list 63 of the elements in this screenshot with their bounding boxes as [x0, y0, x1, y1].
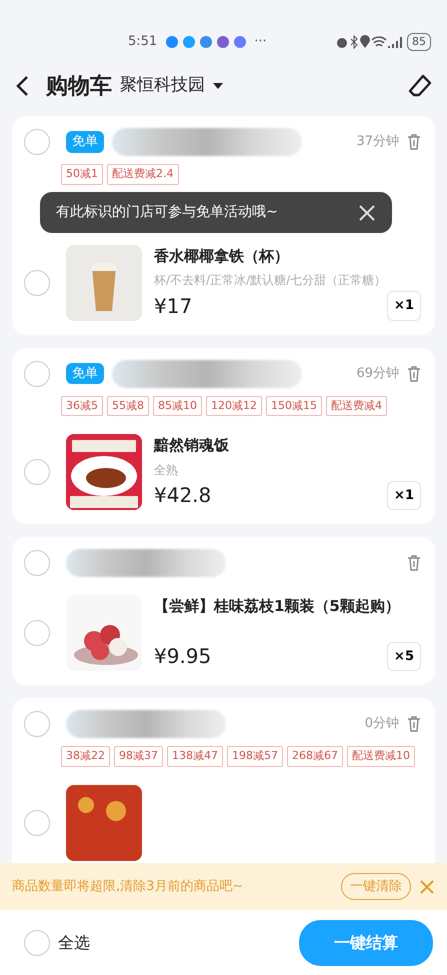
trash-icon[interactable]	[407, 555, 421, 571]
item-checkbox[interactable]	[24, 810, 50, 836]
item-checkbox[interactable]	[24, 620, 50, 646]
product-price: ¥42.8	[154, 482, 212, 509]
app-notification-icon	[233, 35, 248, 49]
promotion-tag: 85减10	[153, 396, 202, 416]
free-order-badge: 免单	[66, 362, 104, 384]
delivery-time: 37分钟	[356, 133, 399, 152]
more-notifications-indicator: ···	[254, 33, 267, 52]
promotion-tag: 55减8	[107, 396, 149, 416]
app-notification-icon	[199, 35, 214, 49]
battery-level: 85	[407, 32, 431, 52]
delivery-time: 69分钟	[356, 364, 399, 383]
app-notification-icon	[182, 35, 196, 49]
location-selector[interactable]: 聚恒科技园	[120, 73, 205, 99]
product-spec: 全熟	[154, 462, 179, 478]
free-order-badge: 免单	[66, 131, 104, 153]
signal-icon	[387, 35, 403, 49]
store-checkbox[interactable]	[24, 129, 50, 155]
quantity-button[interactable]: ×1	[387, 480, 421, 510]
promotion-tag: 138减47	[167, 746, 223, 766]
promotion-tag: 配送费减4	[326, 396, 387, 416]
trash-icon[interactable]	[407, 716, 421, 732]
location-icon	[359, 35, 371, 49]
store-checkbox[interactable]	[24, 550, 50, 576]
promotion-tag: 198减57	[227, 746, 283, 766]
promotion-tag: 50减1	[61, 164, 103, 184]
product-price: ¥9.95	[154, 643, 212, 670]
promotion-tag: 配送费减2.4	[107, 164, 178, 184]
promotion-tag: 配送费减10	[347, 746, 415, 766]
bluetooth-icon	[349, 35, 359, 49]
caret-icon[interactable]	[213, 82, 223, 90]
product-price: ¥17	[154, 292, 192, 320]
promotion-tag: 38减22	[61, 746, 110, 766]
app-notification-icon	[165, 35, 180, 49]
product-spec: 杯/不去料/正常冰/默认糖/七分甜（正常糖）	[154, 272, 388, 289]
promotion-tag: 268减67	[287, 746, 343, 766]
quantity-button[interactable]: ×5	[387, 642, 421, 671]
promotion-tag: 120减12	[206, 396, 262, 416]
app-notification-icon	[216, 35, 230, 49]
page-title: 购物车	[46, 72, 112, 100]
trash-icon[interactable]	[407, 134, 421, 150]
trash-icon[interactable]	[407, 366, 421, 382]
status-time: 5:51	[128, 33, 158, 52]
promotion-tag: 36减5	[61, 396, 103, 416]
banner-message: 商品数量即将超限,清除3月前的商品吧~	[12, 878, 244, 896]
product-name[interactable]: 香水椰椰拿铁（杯）	[154, 244, 421, 267]
quantity-button[interactable]: ×1	[387, 291, 421, 320]
store-checkbox[interactable]	[24, 360, 50, 386]
store-checkbox[interactable]	[24, 711, 50, 737]
select-all-checkbox[interactable]	[24, 930, 50, 956]
tooltip-text: 有此标识的门店可参与免单活动哦~	[56, 203, 279, 222]
back-icon[interactable]	[14, 75, 30, 97]
wifi-icon	[371, 35, 387, 49]
product-name[interactable]: 【尝鲜】桂味荔枝1颗装（5颗起购）	[154, 595, 421, 618]
eraser-icon[interactable]	[407, 73, 433, 99]
item-checkbox[interactable]	[24, 459, 50, 485]
promotion-tag: 98减37	[114, 746, 163, 766]
promotion-tag: 150减15	[266, 396, 322, 416]
delivery-time: 0分钟	[364, 715, 399, 734]
product-name[interactable]: 黯然销魂饭	[154, 434, 421, 456]
item-checkbox[interactable]	[24, 270, 50, 296]
select-all-label: 全选	[58, 932, 90, 954]
